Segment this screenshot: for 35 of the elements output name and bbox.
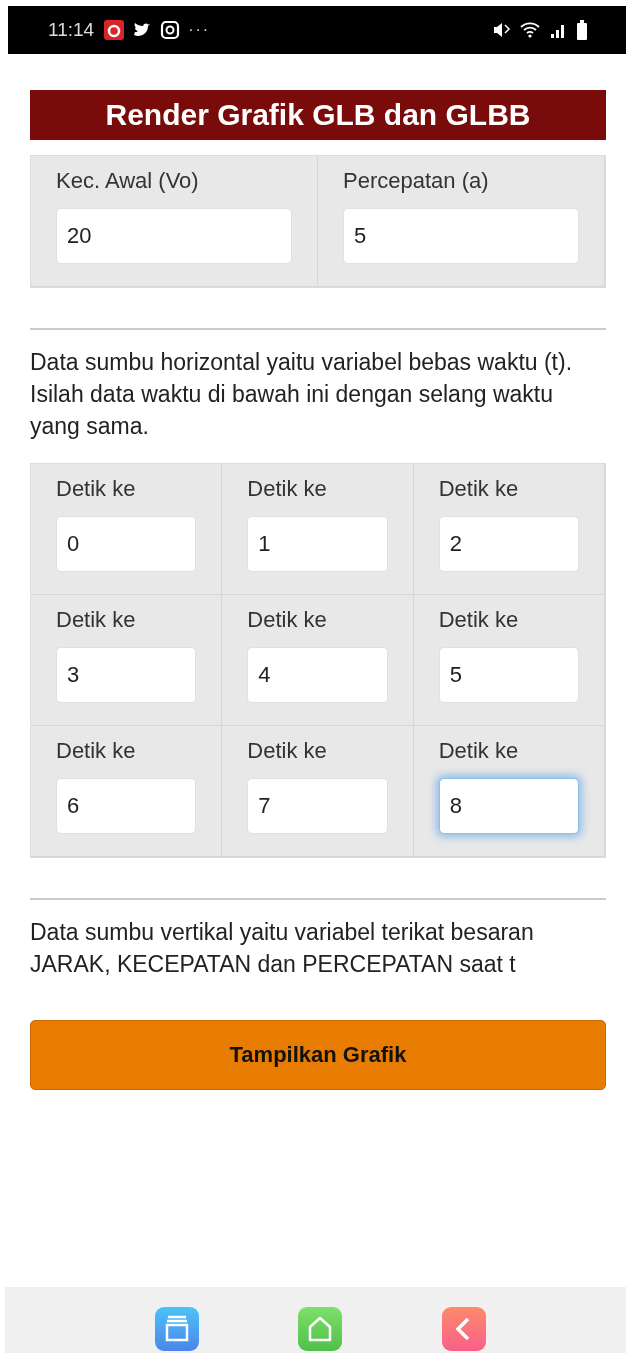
input-field[interactable]: 20 xyxy=(56,208,292,264)
show-chart-button[interactable]: Tampilkan Grafik xyxy=(30,1019,606,1090)
back-icon[interactable] xyxy=(442,1307,487,1351)
input-field[interactable]: 5 xyxy=(438,646,579,703)
input-field[interactable]: 6 xyxy=(56,777,197,834)
page-title: Render Grafik GLB dan GLBB xyxy=(30,90,606,140)
input-field[interactable]: 3 xyxy=(56,646,197,703)
field-label: Detik ke xyxy=(56,606,136,633)
input-field[interactable]: 8 xyxy=(438,777,579,834)
field-label: Detik ke xyxy=(56,475,136,502)
input-field[interactable]: 2 xyxy=(438,515,579,572)
input-field[interactable]: 5 xyxy=(343,208,579,264)
field-label: Detik ke xyxy=(438,475,519,502)
input-field[interactable]: 4 xyxy=(247,646,388,703)
field-label: Detik ke xyxy=(438,606,519,633)
status-time: 11:14 xyxy=(48,19,95,41)
camera-icon xyxy=(160,20,181,40)
field-label: Detik ke xyxy=(438,737,519,764)
instruction-text: Data sumbu horizontal yaitu variabel bebas waktu (t). Isilah data waktu di bawah ini dengan selang waktu yang sama. xyxy=(30,348,574,442)
battery-icon xyxy=(576,20,588,40)
field-label: Kec. Awal (Vo) xyxy=(56,168,199,194)
field-label: Detik ke xyxy=(247,606,327,633)
recent-apps-icon[interactable] xyxy=(154,1307,199,1351)
home-icon[interactable] xyxy=(298,1307,343,1351)
wifi-icon xyxy=(520,20,540,40)
field-label: Detik ke xyxy=(247,475,327,502)
field-label: Detik ke xyxy=(56,737,136,764)
app-notification-icon xyxy=(104,20,125,40)
input-field[interactable]: 0 xyxy=(56,515,197,572)
instruction-text: Data sumbu vertikal yaitu variabel terikat besaran JARAK, KECEPATAN dan PERCEPATAN saat t xyxy=(30,917,535,979)
input-field[interactable]: 1 xyxy=(247,515,388,572)
field-label: Percepatan (a) xyxy=(343,168,489,194)
field-label: Detik ke xyxy=(247,737,327,764)
more-notifications: ··· xyxy=(188,21,211,39)
input-field[interactable]: 7 xyxy=(247,777,388,834)
